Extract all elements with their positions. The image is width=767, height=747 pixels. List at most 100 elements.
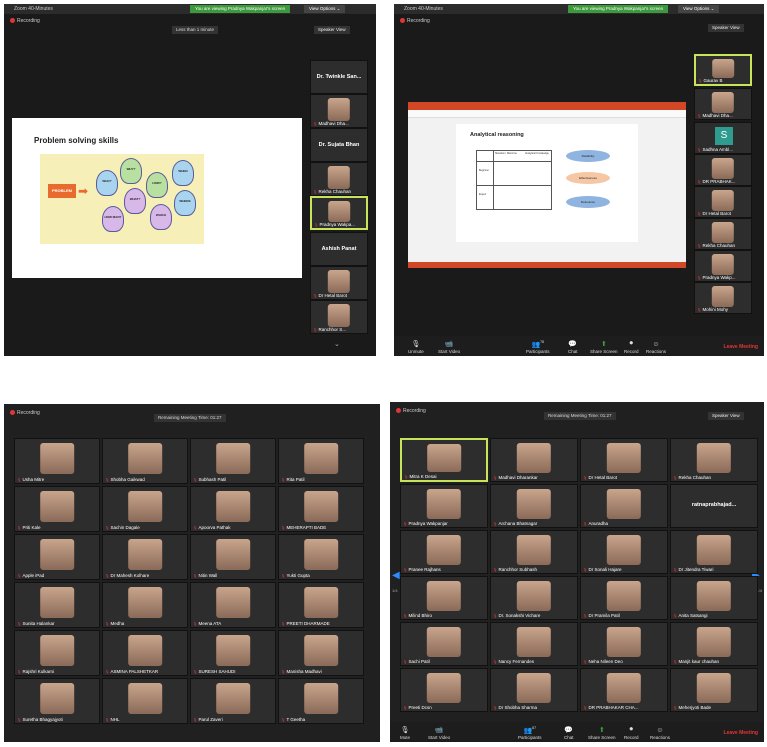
participant-tile[interactable]: ratnaprabhajad... [670,484,758,528]
participant-tile[interactable]: Usha Mitre [14,438,100,484]
meeting-toolbar: 🎙 Unmute 📹 Start Video 👥78 Participants 💬 Ch… [394,336,764,356]
participant-tile[interactable]: SSadhna Ambl... [694,122,752,154]
participant-tile[interactable]: Ranchhor Subhash [490,530,578,574]
participant-tile[interactable]: Apple iPad [14,534,100,580]
participant-tile[interactable]: Anuradha [580,484,668,528]
participant-name: Meherjyoti Bade [673,705,711,710]
participant-tile[interactable]: SURESH SAHUDI [190,630,276,676]
participant-tile[interactable]: Suretha Bhagyajyoti [14,678,100,724]
participant-tile[interactable]: Preeti Dcsn [400,668,488,712]
participant-tile[interactable]: Mohini Mohy [694,282,752,314]
participant-tile[interactable]: NHL [102,678,188,724]
participant-tile[interactable]: Rita Patil [278,438,364,484]
participant-tile[interactable]: Shobha Gaikwad [102,438,188,484]
participants-icon: 👥78 [531,339,545,348]
record-button[interactable]: ⏺ Record [624,340,639,354]
speaker-view-button[interactable]: Speaker View [708,24,744,32]
participant-name: Shobha Gaikwad [105,477,144,482]
participant-tile[interactable]: Nitin Wall [190,534,276,580]
participants-button[interactable]: 👥87 Participants [518,726,542,740]
participant-tile[interactable]: Priti Kale [14,486,100,532]
participant-tile[interactable]: Pranee Rajhans [400,530,488,574]
participant-tile[interactable]: Madhavi Dha... [310,94,368,128]
participant-tile[interactable]: Dr Jitendra Tiwari [670,530,758,574]
speaker-view-button[interactable]: Speaker View [314,26,350,34]
participant-tile[interactable]: Madhavi Dharankar [490,438,578,482]
participant-video [427,444,461,472]
participant-tile[interactable]: Rajshri Kulkarni [14,630,100,676]
chevron-down-icon[interactable]: ⌄ [334,340,340,348]
participant-tile[interactable]: Dr Shobha Sharma [490,668,578,712]
participant-tile[interactable]: Manisha Madhavi [278,630,364,676]
share-screen-button[interactable]: ⬆ Share Screen [590,340,618,354]
participant-tile[interactable]: Ashish Panat [310,232,368,266]
participant-tile[interactable]: Mitra K Desai [400,438,488,482]
participant-video [128,491,162,523]
participant-tile[interactable]: Sunita Halankar [14,582,100,628]
view-options-button[interactable]: View Options ⌄ [678,5,720,13]
chat-button[interactable]: 💬 Chat [564,726,574,740]
participant-tile[interactable]: Milind Bhiro [400,576,488,620]
participant-tile[interactable]: Medha [102,582,188,628]
bulb: WHAT? [124,188,146,214]
participant-tile[interactable]: Yukti Gupta [278,534,364,580]
view-options-button[interactable]: View Options ⌄ [304,5,346,13]
participant-tile[interactable]: MEHERAPTI BADE [278,486,364,532]
participant-tile[interactable]: Sachin Dagale [102,486,188,532]
participant-tile[interactable]: Madhavi Dha... [694,88,752,120]
chat-button[interactable]: 💬 Chat [568,340,578,354]
participant-tile[interactable]: Dr Hetal Barot [694,186,752,218]
participant-tile[interactable]: Dr Pramila Patil [580,576,668,620]
participant-tile[interactable]: Rekha Chauhan [670,438,758,482]
participant-name: Subhash Patil [193,477,226,482]
start-video-button[interactable]: 📹 Start Video [428,726,450,740]
share-screen-button[interactable]: ⬆ Share Screen [588,726,616,740]
participant-tile[interactable]: DR PRABHAK... [694,154,752,186]
participant-tile[interactable]: Rekha Chauhan [694,218,752,250]
speaker-view-button[interactable]: Speaker View [708,412,744,420]
participant-tile[interactable]: Neha Nileen Deo [580,622,668,666]
participant-tile[interactable]: Meherjyoti Bade [670,668,758,712]
participant-tile-active[interactable]: Pradnya Wakpa... [310,196,368,230]
participant-tile[interactable]: Dr. Sujata Bhan [310,128,368,162]
participant-tile-active[interactable]: Gaurav B [694,54,752,86]
mute-button[interactable]: 🎙 Mute [400,726,410,740]
start-video-button[interactable]: 📹 Start Video [438,340,460,354]
participant-tile[interactable]: Pradnya Wakp... [694,250,752,282]
unmute-button[interactable]: 🎙 Unmute [408,340,424,354]
participant-video [304,443,338,475]
record-button[interactable]: ⏺ Record [624,726,639,740]
participant-tile[interactable]: Dr Hetal Barot [580,438,668,482]
participants-button[interactable]: 👥78 Participants [526,340,550,354]
participant-video [606,581,642,611]
leave-meeting-button[interactable]: Leave Meeting [724,344,758,350]
participant-tile[interactable]: Rekha Chauhan [310,162,368,196]
participant-tile[interactable]: Nancy Fernandes [490,622,578,666]
participant-tile[interactable]: Manjit kaur chauhan [670,622,758,666]
participant-tile[interactable]: DR PRABHAKAR CHA... [580,668,668,712]
participant-tile[interactable]: Meena ATA [190,582,276,628]
participant-tile[interactable]: Dr. Sonakshi Vichare [490,576,578,620]
participant-tile[interactable]: T Geetha [278,678,364,724]
participant-tile[interactable]: Dr. Twinkle San... [310,60,368,94]
participant-tile[interactable]: Dr Sonali Hajare [580,530,668,574]
reactions-icon: ☺ [652,341,660,348]
participant-tile[interactable]: PREETI DHARMADE [278,582,364,628]
participant-tile[interactable]: Dr Mahesh Kolhare [102,534,188,580]
participant-tile[interactable]: ASMINA PALSHETKAR [102,630,188,676]
participant-tile[interactable]: Archana Bhatnagar [490,484,578,528]
participant-name: Usha Mitre [17,477,44,482]
participant-tile[interactable]: Ranchhor S... [310,300,368,334]
participant-video [40,683,74,715]
participant-tile[interactable]: Dr Hetal Barot [310,266,368,300]
participant-tile[interactable]: Apoorva Pathak [190,486,276,532]
participant-video [606,443,642,473]
reactions-button[interactable]: ☺ Reactions [646,341,666,354]
leave-meeting-button[interactable]: Leave Meeting [724,730,758,736]
participant-tile[interactable]: Parul Zaveri [190,678,276,724]
participant-tile[interactable]: Sachi Patil [400,622,488,666]
reactions-button[interactable]: ☺ Reactions [650,727,670,740]
participant-tile[interactable]: Anita Satsangi [670,576,758,620]
participant-tile[interactable]: Subhash Patil [190,438,276,484]
participant-tile[interactable]: Pradnya Wakpanjar [400,484,488,528]
